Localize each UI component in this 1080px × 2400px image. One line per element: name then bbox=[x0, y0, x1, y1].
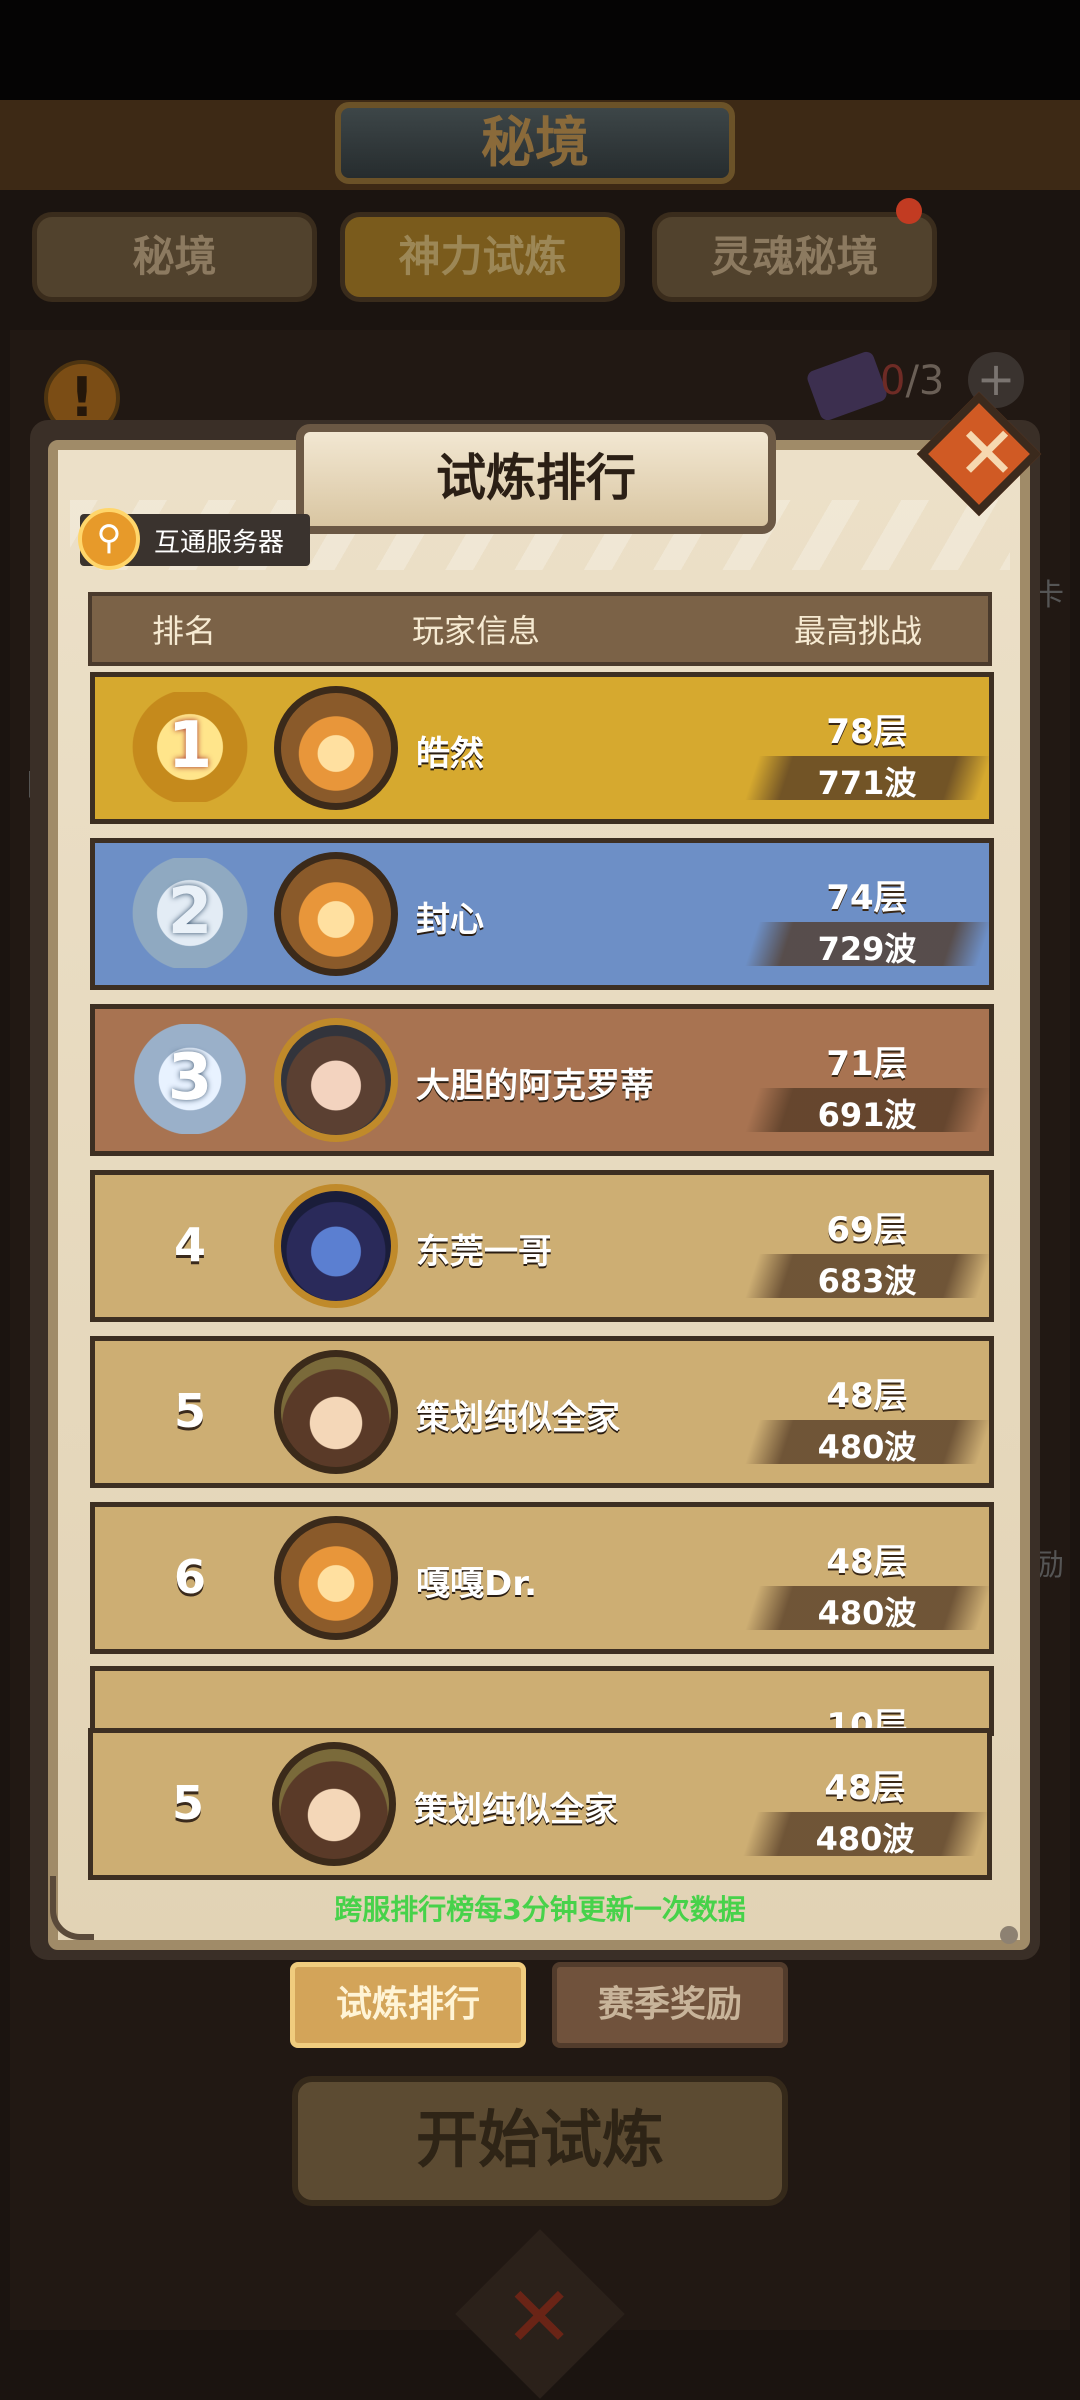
best-floor: 48层 bbox=[826, 1376, 908, 1416]
my-avatar[interactable] bbox=[272, 1742, 396, 1866]
start-trial-button[interactable]: 开始试炼 bbox=[292, 2076, 788, 2206]
bronze-medal-icon: 3 bbox=[130, 1024, 250, 1134]
ticket-current: 0 bbox=[880, 358, 906, 404]
best-floor: 10层 bbox=[826, 1706, 908, 1728]
status-bar bbox=[0, 0, 1080, 100]
player-name: 东莞一哥 bbox=[416, 1232, 552, 1272]
dialog-title: 试炼排行 bbox=[296, 424, 776, 534]
silver-medal-icon: 2 bbox=[130, 858, 250, 968]
best-wave: 771波 bbox=[817, 764, 917, 802]
best-floor: 78层 bbox=[826, 712, 908, 752]
avatar[interactable] bbox=[274, 1516, 398, 1640]
rank-number: 6 bbox=[173, 1550, 206, 1604]
best-floor: 74层 bbox=[826, 878, 908, 918]
search-icon[interactable]: ⚲ bbox=[78, 508, 140, 570]
my-rank-number: 5 bbox=[171, 1776, 204, 1830]
avatar[interactable] bbox=[274, 1018, 398, 1142]
player-name: 封心 bbox=[416, 900, 484, 940]
my-best-wave: 480波 bbox=[815, 1820, 915, 1858]
best-wave: 729波 bbox=[817, 930, 917, 968]
notification-dot bbox=[896, 198, 922, 224]
tab-season-rewards[interactable]: 赛季奖励 bbox=[552, 1962, 788, 2048]
my-best-floor: 48层 bbox=[824, 1768, 906, 1808]
column-rank: 排名 bbox=[152, 612, 217, 650]
best-wave: 691波 bbox=[817, 1096, 917, 1134]
best-wave: 480波 bbox=[817, 1428, 917, 1466]
ticket-total: /3 bbox=[905, 358, 945, 404]
server-filter-label[interactable]: 互通服务器 bbox=[154, 522, 284, 559]
rank-number: 5 bbox=[173, 1384, 206, 1438]
tab-linghun-mijing[interactable]: 灵魂秘境 bbox=[652, 212, 937, 302]
my-player-name: 策划纯似全家 bbox=[414, 1790, 618, 1830]
ticket-count: 0/3 bbox=[880, 358, 944, 404]
best-floor: 48层 bbox=[826, 1542, 908, 1582]
best-floor: 69层 bbox=[826, 1210, 908, 1250]
player-name: 大胆的阿克罗蒂 bbox=[416, 1066, 654, 1106]
player-name: 嘎嘎Dr. bbox=[416, 1564, 538, 1604]
rank-number: 4 bbox=[173, 1218, 206, 1272]
dialog-corner-rivet bbox=[1000, 1926, 1018, 1944]
gold-medal-icon: 1 bbox=[130, 692, 250, 802]
column-player: 玩家信息 bbox=[412, 612, 541, 650]
best-floor: 71层 bbox=[826, 1044, 908, 1084]
avatar[interactable] bbox=[274, 686, 398, 810]
player-name: 策划纯似全家 bbox=[416, 1398, 620, 1438]
page-title: 秘境 bbox=[335, 102, 735, 184]
avatar[interactable] bbox=[274, 852, 398, 976]
avatar[interactable] bbox=[274, 1350, 398, 1474]
best-wave: 683波 bbox=[817, 1262, 917, 1300]
avatar[interactable] bbox=[274, 1184, 398, 1308]
close-icon[interactable]: ✕ bbox=[944, 410, 1030, 496]
tab-mijing[interactable]: 秘境 bbox=[32, 212, 317, 302]
best-wave: 480波 bbox=[817, 1594, 917, 1632]
player-name: 皓然 bbox=[416, 734, 484, 774]
tab-shenli-shilian[interactable]: 神力试炼 bbox=[340, 212, 625, 302]
bottom-close-icon[interactable]: ✕ bbox=[504, 2268, 574, 2366]
tab-ranking[interactable]: 试炼排行 bbox=[290, 1962, 526, 2048]
column-best: 最高挑战 bbox=[794, 612, 923, 650]
update-footnote: 跨服排行榜每3分钟更新一次数据 bbox=[334, 1893, 746, 1926]
